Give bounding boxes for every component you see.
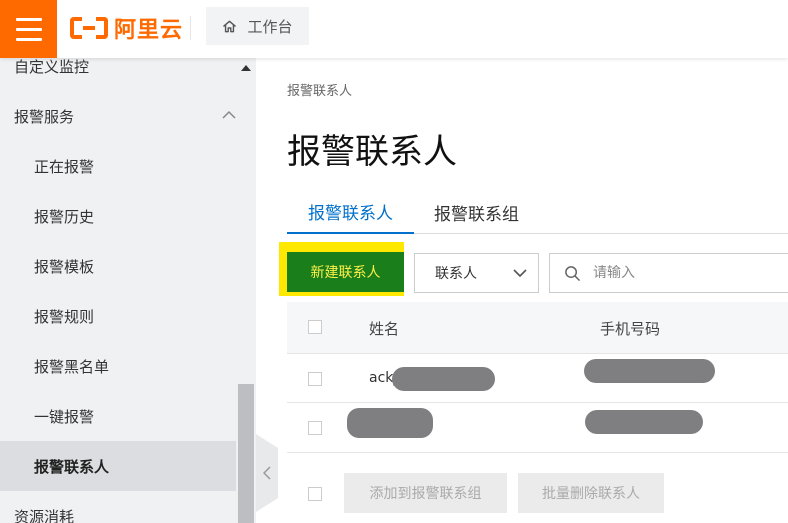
sidebar-item-label: 报警联系人 [34,457,110,476]
sidebar-item-one-click-alarm[interactable]: 一键报警 [0,391,236,441]
tab-bar: 报警联系人 报警联系组 [287,191,788,234]
bulk-delete-button[interactable]: 批量删除联系人 [518,473,664,513]
page-title: 报警联系人 [287,132,457,172]
sidebar-item-label: 自定义监控 [14,58,90,76]
add-to-group-button[interactable]: 添加到报警联系组 [344,473,507,513]
search-input[interactable] [593,265,773,281]
tab-alarm-contacts[interactable]: 报警联系人 [287,191,414,234]
chevron-left-icon [263,466,271,480]
row-checkbox[interactable] [308,372,322,386]
sidebar-item-alarm-service[interactable]: 报警服务 [0,91,236,141]
scroll-up-arrow-icon[interactable] [241,65,251,71]
bulk-action-bar: 添加到报警联系组 批量删除联系人 [287,473,788,515]
redacted-phone [585,410,703,434]
menu-icon[interactable] [0,0,57,58]
workbench-button[interactable]: 工作台 [206,7,309,45]
aliyun-logo[interactable]: 阿里云 [70,10,183,46]
row-checkbox[interactable] [308,421,322,435]
search-icon [565,265,580,281]
chevron-down-icon [513,269,527,278]
sidebar-item-resource-usage[interactable]: 资源消耗 [0,491,236,523]
sidebar-item-label: 一键报警 [34,407,95,426]
workbench-label: 工作台 [247,17,293,36]
scrollbar-thumb[interactable] [238,384,254,523]
sidebar-item-alarm-templates[interactable]: 报警模板 [0,241,236,291]
sidebar-item-label: 报警历史 [34,207,95,226]
sidebar-item-label: 报警黑名单 [34,357,110,376]
sidebar-item-custom-monitoring[interactable]: 自定义监控 [0,58,236,91]
breadcrumb[interactable]: 报警联系人 [287,80,352,99]
tab-alarm-contact-groups[interactable]: 报警联系组 [434,191,519,234]
sidebar: 自定义监控 报警服务 正在报警 报警历史 报警模板 报警规则 报警黑名单 一键报… [0,58,256,523]
sidebar-item-alarm-history[interactable]: 报警历史 [0,191,236,241]
contacts-table: 姓名 手机号码 ack_ [287,302,788,453]
redacted-phone [584,359,715,383]
sidebar-item-label: 报警服务 [14,107,75,126]
sidebar-item-label: 正在报警 [34,157,95,176]
sidebar-item-active-alarms[interactable]: 正在报警 [0,141,236,191]
search-box[interactable] [549,253,788,293]
sidebar-item-alarm-contacts[interactable]: 报警联系人 [0,441,236,491]
sidebar-item-label: 报警模板 [34,257,95,276]
new-contact-button[interactable]: 新建联系人 [287,252,404,292]
top-bar: 阿里云 工作台 [0,0,788,58]
footer-select-all-checkbox[interactable] [308,487,322,501]
table-header: 姓名 手机号码 [287,302,788,353]
main-content: 报警联系人 报警联系人 报警联系人 报警联系组 新建联系人 联系人 姓名 手机号… [256,58,788,523]
logo-text: 阿里云 [114,18,184,43]
filter-select-value: 联系人 [435,266,477,282]
aliyun-logo-mark [70,17,108,39]
home-icon [223,20,237,32]
redacted-name [392,367,495,391]
filter-select[interactable]: 联系人 [414,253,539,293]
column-header-phone: 手机号码 [600,320,661,338]
redacted-name [347,408,433,438]
column-header-name: 姓名 [369,320,400,338]
sidebar-item-label: 报警规则 [34,307,95,326]
divider [190,16,191,40]
sidebar-item-label: 资源消耗 [14,507,75,523]
sidebar-item-alarm-blacklist[interactable]: 报警黑名单 [0,341,236,391]
sidebar-item-alarm-rules[interactable]: 报警规则 [0,291,236,341]
select-all-checkbox[interactable] [308,320,322,334]
chevron-up-icon [222,110,236,119]
table-row[interactable]: ack_ [287,353,788,403]
table-row[interactable] [287,403,788,453]
